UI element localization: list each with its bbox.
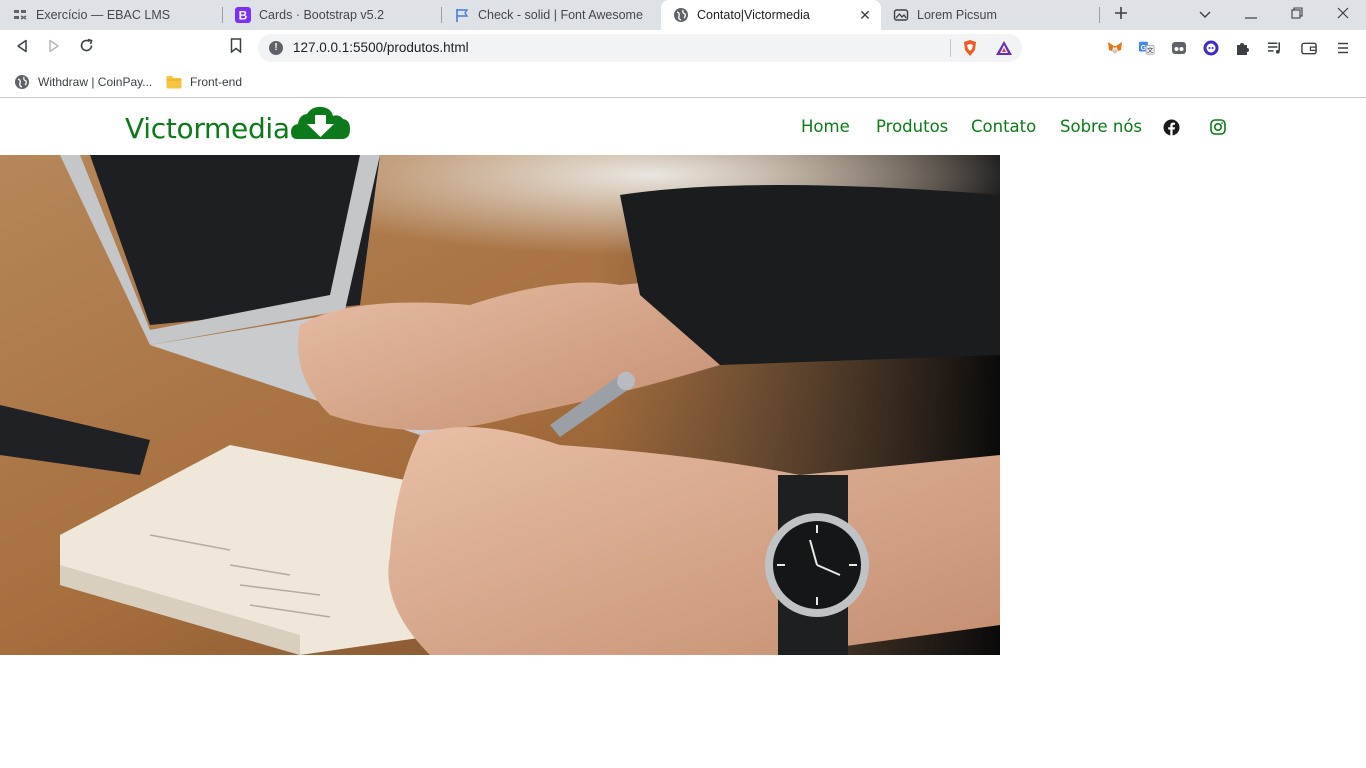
bookmarks-bar: Withdraw | CoinPay... Front-end: [0, 66, 1366, 98]
globe-icon: [14, 74, 30, 90]
wallet-icon[interactable]: [1301, 40, 1317, 56]
chevron-down-icon: [1199, 6, 1211, 24]
globe-icon: [673, 7, 689, 23]
bookmark-coinpay[interactable]: Withdraw | CoinPay...: [14, 72, 152, 92]
tab-lorem-picsum[interactable]: Lorem Picsum: [881, 0, 1100, 30]
svg-text:文: 文: [1147, 46, 1154, 54]
site-header: Victormedia Home Produtos Contato Sobre …: [0, 99, 1366, 155]
minimize-button[interactable]: [1231, 0, 1271, 30]
close-icon[interactable]: ✕: [857, 7, 873, 23]
plus-icon: [1114, 6, 1128, 25]
address-url[interactable]: 127.0.0.1:5500/produtos.html: [293, 40, 469, 55]
svg-text:B: B: [239, 9, 248, 23]
brave-rewards-icon[interactable]: [995, 40, 1013, 61]
tab-bootstrap[interactable]: B Cards · Bootstrap v5.2: [223, 0, 442, 30]
restore-button[interactable]: [1277, 0, 1317, 30]
tab-strip: Exercício — EBAC LMS B Cards · Bootstrap…: [0, 0, 1366, 30]
tab-separator: [1099, 7, 1100, 23]
forward-icon: [47, 39, 61, 58]
site-logo[interactable]: Victormedia: [125, 106, 351, 145]
tab-title: Contato|Victormedia: [697, 8, 810, 22]
new-tab-button[interactable]: [1101, 0, 1141, 30]
address-bar[interactable]: ! 127.0.0.1:5500/produtos.html: [258, 34, 1022, 62]
close-icon: [1337, 6, 1349, 24]
nav-sobre-nos[interactable]: Sobre nós: [1060, 117, 1142, 137]
chat-icon[interactable]: [1203, 40, 1219, 56]
bookmark-label: Front-end: [190, 75, 243, 89]
bookmark-label: Withdraw | CoinPay...: [38, 75, 153, 89]
back-icon: [15, 39, 29, 58]
puzzle-icon[interactable]: [1235, 40, 1251, 56]
tab-victormedia[interactable]: Contato|Victormedia ✕: [661, 0, 881, 30]
tab-ebac[interactable]: Exercício — EBAC LMS: [0, 0, 223, 30]
back-button[interactable]: [9, 36, 35, 60]
tab-title: Cards · Bootstrap v5.2: [259, 8, 385, 22]
metamask-icon[interactable]: [1107, 40, 1123, 56]
nav-contato[interactable]: Contato: [971, 117, 1036, 137]
bookmark-folder-front-end[interactable]: Front-end: [166, 72, 242, 92]
bookmark-button[interactable]: [223, 36, 249, 60]
picsum-icon: [893, 7, 909, 23]
bootstrap-icon: B: [235, 7, 251, 23]
playlist-icon[interactable]: [1267, 40, 1283, 56]
menu-icon[interactable]: [1335, 40, 1351, 56]
bookmark-icon: [230, 38, 242, 58]
info-icon[interactable]: !: [269, 41, 283, 55]
tab-search-button[interactable]: [1185, 0, 1225, 30]
ebac-icon: [12, 7, 28, 23]
facebook-icon[interactable]: [1162, 118, 1180, 136]
tab-title: Check - solid | Font Awesome: [478, 8, 643, 22]
tab-title: Exercício — EBAC LMS: [36, 8, 171, 22]
brave-shields-icon[interactable]: [961, 39, 979, 62]
folder-icon: [166, 75, 182, 89]
hero-image: [0, 155, 1000, 655]
reload-button[interactable]: [73, 36, 99, 60]
address-divider: [950, 39, 951, 57]
restore-icon: [1291, 6, 1303, 24]
close-window-button[interactable]: [1323, 0, 1363, 30]
flag-icon: [454, 7, 470, 23]
instagram-icon[interactable]: [1209, 118, 1227, 136]
tab-font-awesome[interactable]: Check - solid | Font Awesome: [442, 0, 661, 30]
minimize-icon: [1245, 6, 1257, 24]
cloud-download-icon: [290, 106, 351, 145]
reader-icon[interactable]: [1171, 40, 1187, 56]
nav-home[interactable]: Home: [801, 117, 850, 137]
translate-icon[interactable]: G文: [1139, 40, 1155, 56]
forward-button[interactable]: [41, 36, 67, 60]
reload-icon: [79, 38, 94, 58]
tab-title: Lorem Picsum: [917, 8, 997, 22]
nav-produtos[interactable]: Produtos: [876, 117, 948, 137]
logo-text: Victormedia: [125, 112, 290, 145]
web-page: Victormedia Home Produtos Contato Sobre …: [0, 99, 1366, 768]
